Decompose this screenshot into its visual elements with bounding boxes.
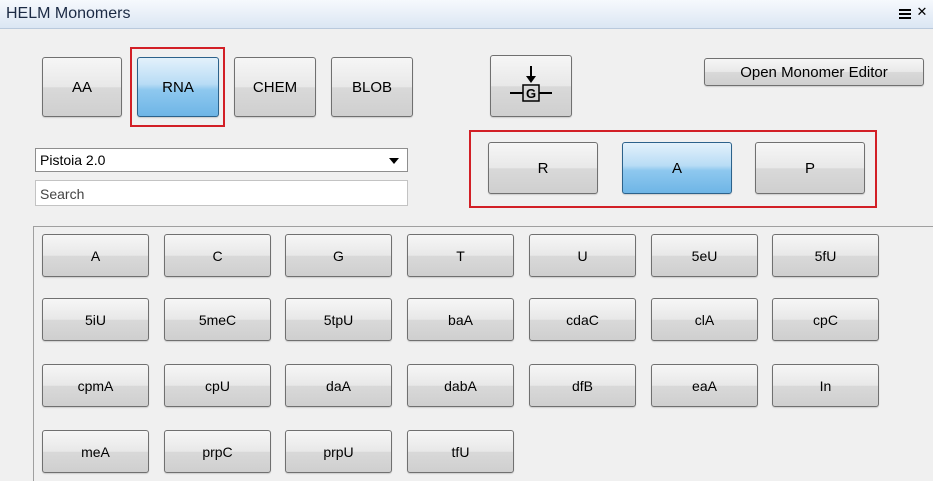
monomer-button[interactable]: tfU [407, 430, 514, 473]
window-title: HELM Monomers [6, 5, 131, 22]
monomer-button[interactable]: dfB [529, 364, 636, 407]
rna-highlight-box [130, 47, 225, 127]
monomer-button[interactable]: baA [407, 298, 514, 341]
monomer-button[interactable]: C [164, 234, 271, 277]
monomer-button[interactable]: 5tpU [285, 298, 392, 341]
monomer-button[interactable]: G [285, 234, 392, 277]
monomer-button[interactable]: 5fU [772, 234, 879, 277]
monomer-button[interactable]: A [42, 234, 149, 277]
polymer-type-chem-button[interactable]: CHEM [234, 57, 316, 117]
insert-monomer-button[interactable]: G [490, 55, 572, 117]
monomer-button[interactable]: prpC [164, 430, 271, 473]
svg-text:G: G [526, 86, 536, 101]
monomer-button[interactable]: 5eU [651, 234, 758, 277]
search-input[interactable]: Search [35, 180, 408, 206]
monomer-button[interactable]: U [529, 234, 636, 277]
title-bar: HELM Monomers ✕ [0, 0, 933, 29]
component-r-button[interactable]: R [488, 142, 598, 194]
monomer-button[interactable]: eaA [651, 364, 758, 407]
monomer-button[interactable]: prpU [285, 430, 392, 473]
monomer-button[interactable]: cpmA [42, 364, 149, 407]
library-select-value: Pistoia 2.0 [40, 152, 106, 168]
monomer-button[interactable]: meA [42, 430, 149, 473]
component-a-button[interactable]: A [622, 142, 732, 194]
monomer-button[interactable]: T [407, 234, 514, 277]
menu-icon[interactable] [899, 9, 911, 19]
polymer-type-blob-button[interactable]: BLOB [331, 57, 413, 117]
close-icon[interactable]: ✕ [915, 6, 929, 20]
monomer-button[interactable]: 5meC [164, 298, 271, 341]
search-placeholder: Search [40, 186, 85, 202]
monomer-button[interactable]: 5iU [42, 298, 149, 341]
monomer-button[interactable]: In [772, 364, 879, 407]
monomer-button[interactable]: cpC [772, 298, 879, 341]
monomer-button[interactable]: dabA [407, 364, 514, 407]
monomer-button[interactable]: cpU [164, 364, 271, 407]
monomer-button[interactable]: clA [651, 298, 758, 341]
insert-monomer-g-icon: G [510, 66, 552, 102]
chevron-down-icon [389, 158, 399, 164]
open-monomer-editor-button[interactable]: Open Monomer Editor [704, 58, 924, 86]
library-select[interactable]: Pistoia 2.0 [35, 148, 408, 172]
component-p-button[interactable]: P [755, 142, 865, 194]
title-controls: ✕ [899, 6, 929, 20]
monomer-button[interactable]: daA [285, 364, 392, 407]
polymer-type-aa-button[interactable]: AA [42, 57, 122, 117]
monomer-button[interactable]: cdaC [529, 298, 636, 341]
